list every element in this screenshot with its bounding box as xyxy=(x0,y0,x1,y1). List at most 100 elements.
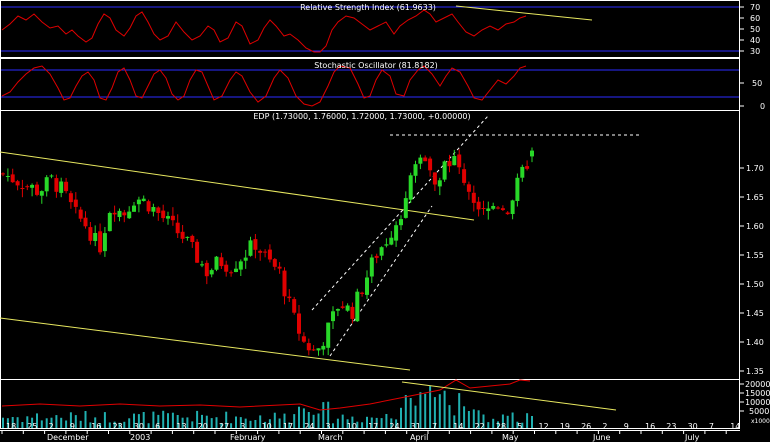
volume-bar xyxy=(21,422,24,428)
candle-body xyxy=(68,193,73,203)
candle-body xyxy=(185,236,190,238)
candlestick xyxy=(442,160,447,182)
x-day-label: 20 xyxy=(198,422,208,431)
month-may: May xyxy=(502,433,519,442)
volume-bar xyxy=(45,418,48,428)
candle-body xyxy=(195,241,200,263)
volume-bar xyxy=(55,415,58,428)
candle-body xyxy=(389,237,394,245)
candle-body xyxy=(418,157,423,164)
candle-body xyxy=(491,206,496,209)
x-day-label: 17 xyxy=(283,422,293,431)
x-day-label: 16 xyxy=(645,422,655,431)
x-day-label: 27 xyxy=(219,422,229,431)
x-day-label: 12 xyxy=(539,422,549,431)
volume-bar xyxy=(235,416,237,428)
candle-body xyxy=(335,309,340,311)
candle-body xyxy=(530,150,534,157)
volume-bar xyxy=(171,412,174,428)
volume-bar xyxy=(65,420,68,428)
volume-bar xyxy=(531,416,533,428)
x-day-label: 7 xyxy=(432,422,437,431)
rsi-tick-40: 40 xyxy=(750,36,760,45)
volume-bar xyxy=(298,406,300,428)
candle-body xyxy=(432,172,437,185)
candle-body xyxy=(161,210,166,219)
candle-body xyxy=(520,166,525,178)
price-tick-1.40: 1.40 xyxy=(746,338,764,347)
volume-bar xyxy=(404,395,407,428)
rsi-tick-30: 30 xyxy=(750,47,760,56)
vol-tick-15000: 15000 xyxy=(745,389,770,398)
volume-bar xyxy=(341,414,344,428)
candle-body xyxy=(93,233,98,241)
volume-bar xyxy=(128,418,131,428)
rsi-tick-50: 50 xyxy=(750,25,760,34)
candle-body xyxy=(350,306,355,319)
volume-bar xyxy=(385,414,388,428)
candle-body xyxy=(471,192,476,203)
x-day-label: 5 xyxy=(517,422,522,431)
candle-body xyxy=(180,231,185,239)
candle-body xyxy=(83,217,88,227)
volume-bar xyxy=(467,411,470,428)
volume-bar xyxy=(487,422,490,428)
rsi-title: Relative Strength Index (61.9633) xyxy=(300,3,436,12)
candle-body xyxy=(496,207,500,209)
candle-body xyxy=(1,173,5,175)
volume-bar xyxy=(448,405,451,428)
candle-body xyxy=(510,200,515,214)
price-title: EDP (1.73000, 1.76000, 1.72000, 1.73000,… xyxy=(253,112,470,121)
candle-body xyxy=(316,348,321,351)
candle-body xyxy=(301,336,306,342)
candle-body xyxy=(345,305,350,311)
volume-bar xyxy=(443,390,446,428)
candle-body xyxy=(10,174,15,183)
candle-body xyxy=(384,244,389,246)
volume-bar xyxy=(400,407,402,428)
x-day-label: 30 xyxy=(134,422,144,431)
price-tick-1.65: 1.65 xyxy=(746,193,764,202)
month-june: June xyxy=(592,433,611,442)
candle-body xyxy=(156,207,161,213)
candle-body xyxy=(20,188,25,189)
candle-body xyxy=(117,210,122,217)
volume-bar xyxy=(273,412,276,428)
candle-body xyxy=(107,213,112,232)
volume-bar xyxy=(492,418,495,428)
rsi-tick-70: 70 xyxy=(750,3,760,12)
candle-body xyxy=(287,296,292,299)
price-tick-1.50: 1.50 xyxy=(746,280,764,289)
candle-body xyxy=(248,240,253,256)
candle-body xyxy=(272,259,277,267)
volume-bar xyxy=(74,415,77,428)
candle-body xyxy=(374,255,379,258)
candlestick xyxy=(195,239,200,263)
candle-body xyxy=(267,249,272,260)
price-tick-1.45: 1.45 xyxy=(746,309,764,318)
candle-body xyxy=(321,345,326,350)
candle-body xyxy=(423,157,428,162)
candle-body xyxy=(214,256,219,270)
volume-bar xyxy=(2,417,4,428)
candle-body xyxy=(331,311,335,322)
x-day-label: 2 xyxy=(602,422,607,431)
month-july: July xyxy=(684,433,700,442)
candle-body xyxy=(166,216,170,219)
candle-body xyxy=(486,208,491,211)
x-day-label: 25 xyxy=(27,422,37,431)
candle-body xyxy=(481,208,486,209)
price-tick-1.60: 1.60 xyxy=(746,222,764,231)
x-day-label: 18 xyxy=(6,422,16,431)
candle-body xyxy=(355,291,360,322)
candle-body xyxy=(326,322,331,348)
candle-body xyxy=(282,270,287,297)
x-day-label: 19 xyxy=(560,422,570,431)
volume-bar xyxy=(254,420,257,428)
candle-body xyxy=(190,235,195,242)
candle-body xyxy=(229,272,234,274)
x-day-label: 10 xyxy=(262,422,272,431)
candle-body xyxy=(292,299,297,313)
x-day-label: 26 xyxy=(581,422,591,431)
x-day-label: 23 xyxy=(666,422,676,431)
